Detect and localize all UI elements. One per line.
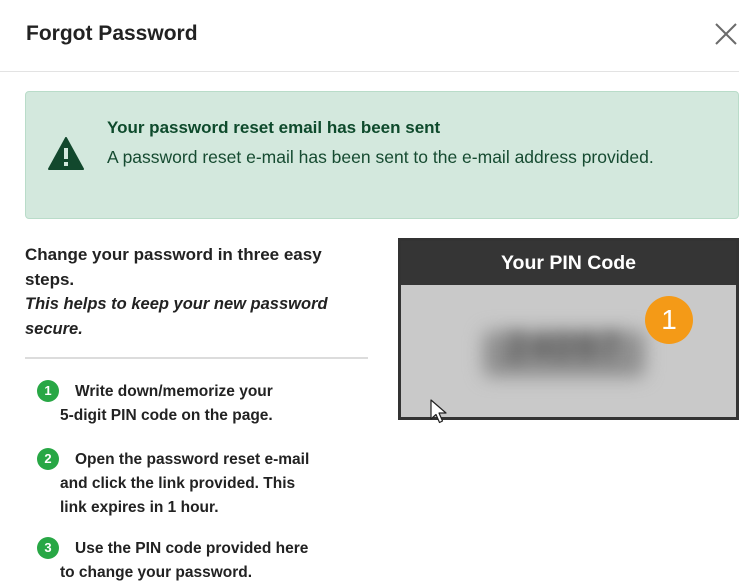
dialog-header: Forgot Password <box>0 0 739 72</box>
step-line: Open the password reset e-mail <box>75 451 310 468</box>
close-button[interactable] <box>713 20 739 48</box>
pin-code-header: Your PIN Code <box>401 241 736 285</box>
success-alert: Your password reset email has been sent … <box>25 91 739 219</box>
step-number-badge: 3 <box>37 537 59 559</box>
warning-triangle-icon <box>48 137 84 170</box>
step-number-badge: 2 <box>37 448 59 470</box>
step-text: Open the password reset e-mail and click… <box>60 448 370 520</box>
divider <box>25 357 368 359</box>
alert-message: A password reset e-mail has been sent to… <box>107 147 654 167</box>
dialog-title: Forgot Password <box>26 22 198 45</box>
step-number-badge: 1 <box>37 380 59 402</box>
instructions-heading: Change your password in three easy steps… <box>25 245 322 289</box>
pin-code-value: 24097 <box>506 327 622 369</box>
step-line: Use the PIN code provided here <box>75 540 309 557</box>
step-text: Use the PIN code provided here to change… <box>60 537 370 585</box>
step-line: 5-digit PIN code on the page. <box>60 407 273 424</box>
pin-code-panel: Your PIN Code 24097 1 <box>398 238 739 420</box>
step-line: link expires in 1 hour. <box>60 499 219 516</box>
close-icon <box>715 23 737 45</box>
instructions: Change your password in three easy steps… <box>25 242 368 342</box>
mouse-cursor-icon <box>430 399 447 424</box>
step-line: and click the link provided. This <box>60 475 296 492</box>
step-line: to change your password. <box>60 564 253 581</box>
step-text: Write down/memorize your 5-digit PIN cod… <box>60 380 370 428</box>
step-line: Write down/memorize your <box>75 383 273 400</box>
annotation-badge: 1 <box>645 296 693 344</box>
alert-title: Your password reset email has been sent <box>107 118 441 137</box>
instructions-subheading: This helps to keep your new password sec… <box>25 295 328 338</box>
